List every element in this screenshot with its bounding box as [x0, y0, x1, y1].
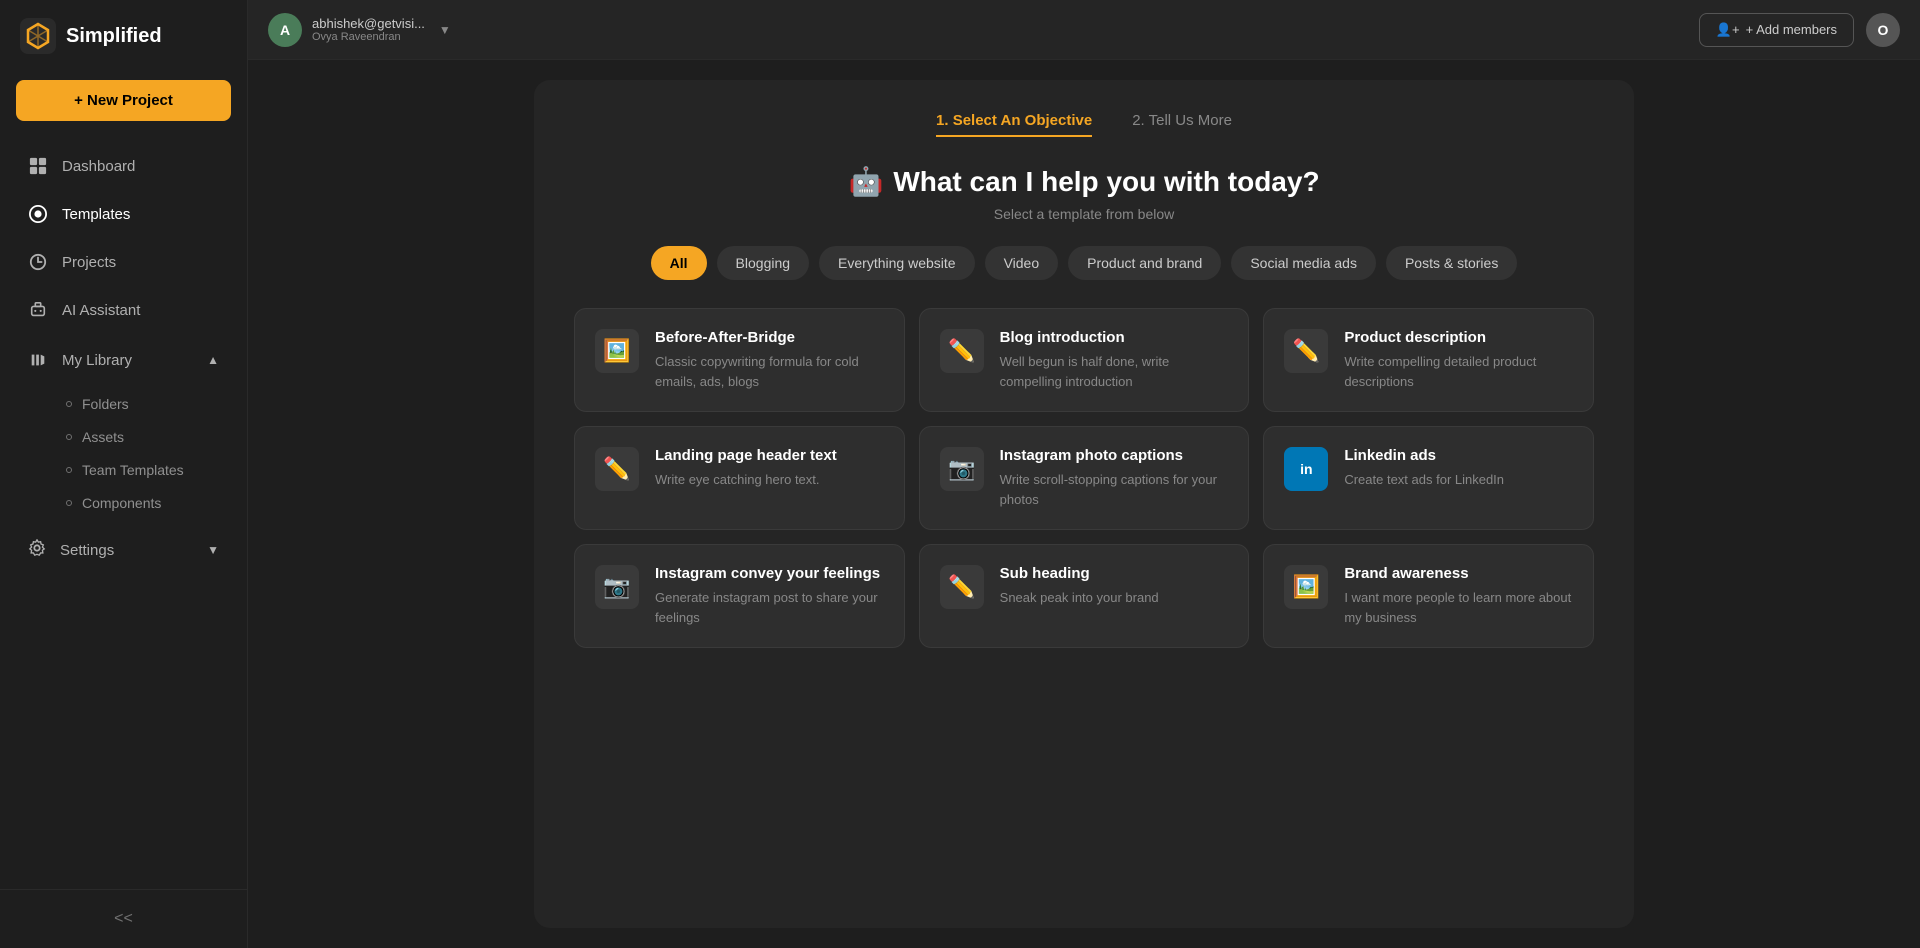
- card-content: Product description Write compelling det…: [1344, 329, 1573, 391]
- template-card-brand-awareness[interactable]: 🖼️ Brand awareness I want more people to…: [1263, 544, 1594, 648]
- card-icon-before-after-bridge: 🖼️: [595, 329, 639, 373]
- filter-pill-posts-stories[interactable]: Posts & stories: [1386, 246, 1517, 280]
- sidebar-item-label: AI Assistant: [62, 302, 140, 319]
- add-members-icon: 👤+: [1716, 22, 1740, 38]
- card-content: Linkedin ads Create text ads for LinkedI…: [1344, 447, 1573, 490]
- user-info[interactable]: A abhishek@getvisi... Ovya Raveendran ▼: [268, 13, 451, 47]
- settings-icon: [28, 539, 46, 561]
- sub-dot-icon: [66, 467, 72, 473]
- template-card-blog-introduction[interactable]: ✏️ Blog introduction Well begun is half …: [919, 308, 1250, 412]
- chevron-up-icon: ▲: [207, 353, 219, 367]
- my-library-sub-nav: Folders Assets Team Templates Components: [0, 385, 247, 524]
- card-icon-blog-introduction: ✏️: [940, 329, 984, 373]
- template-card-before-after-bridge[interactable]: 🖼️ Before-After-Bridge Classic copywriti…: [574, 308, 905, 412]
- filter-pill-social-media-ads[interactable]: Social media ads: [1231, 246, 1376, 280]
- card-icon-instagram-photo-captions: 📷: [940, 447, 984, 491]
- robot-icon: 🤖: [848, 165, 883, 198]
- template-card-instagram-convey-feelings[interactable]: 📷 Instagram convey your feelings Generat…: [574, 544, 905, 648]
- sidebar-item-my-library[interactable]: My Library ▲: [8, 337, 239, 383]
- collapse-button[interactable]: <<: [0, 900, 247, 938]
- wizard-panel: 1. Select An Objective 2. Tell Us More 🤖…: [534, 80, 1634, 928]
- user-email: abhishek@getvisi...: [312, 16, 425, 31]
- card-content: Blog introduction Well begun is half don…: [1000, 329, 1229, 391]
- ai-assistant-icon: [28, 300, 48, 320]
- wizard-subtext: Select a template from below: [994, 206, 1175, 222]
- user-name: Ovya Raveendran: [312, 31, 425, 43]
- template-grid: 🖼️ Before-After-Bridge Classic copywriti…: [574, 308, 1594, 648]
- user-avatar: A: [268, 13, 302, 47]
- sidebar-item-projects[interactable]: Projects: [8, 239, 239, 285]
- card-icon-instagram-convey-feelings: 📷: [595, 565, 639, 609]
- filter-pill-all[interactable]: All: [651, 246, 707, 280]
- filter-pill-product-and-brand[interactable]: Product and brand: [1068, 246, 1221, 280]
- main-area: A abhishek@getvisi... Ovya Raveendran ▼ …: [248, 0, 1920, 948]
- sidebar-item-label: Dashboard: [62, 158, 135, 175]
- projects-icon: [28, 252, 48, 272]
- add-members-button[interactable]: 👤+ + Add members: [1699, 13, 1854, 47]
- card-content: Brand awareness I want more people to le…: [1344, 565, 1573, 627]
- template-card-product-description[interactable]: ✏️ Product description Write compelling …: [1263, 308, 1594, 412]
- logo[interactable]: Simplified: [0, 0, 247, 72]
- card-content: Landing page header text Write eye catch…: [655, 447, 884, 490]
- sidebar-item-label: Templates: [62, 206, 130, 223]
- card-content: Before-After-Bridge Classic copywriting …: [655, 329, 884, 391]
- chevron-down-icon: ▼: [207, 543, 219, 557]
- app-name: Simplified: [66, 25, 162, 48]
- card-content: Instagram convey your feelings Generate …: [655, 565, 884, 627]
- stepper: 1. Select An Objective 2. Tell Us More: [936, 112, 1232, 137]
- sidebar-bottom: <<: [0, 889, 247, 948]
- settings-label: Settings: [60, 542, 114, 559]
- sidebar-item-label: Projects: [62, 254, 116, 271]
- sub-dot-icon: [66, 401, 72, 407]
- user-details: abhishek@getvisi... Ovya Raveendran: [312, 16, 425, 43]
- user-dropdown-arrow: ▼: [439, 23, 451, 37]
- card-icon-product-description: ✏️: [1284, 329, 1328, 373]
- card-icon-linkedin-ads: in: [1284, 447, 1328, 491]
- sidebar-item-ai-assistant[interactable]: AI Assistant: [8, 287, 239, 333]
- filter-pill-everything-website[interactable]: Everything website: [819, 246, 975, 280]
- template-card-landing-page-header[interactable]: ✏️ Landing page header text Write eye ca…: [574, 426, 905, 530]
- sidebar-item-templates[interactable]: Templates: [8, 191, 239, 237]
- content-area: 1. Select An Objective 2. Tell Us More 🤖…: [248, 60, 1920, 948]
- new-project-button[interactable]: + New Project: [16, 80, 231, 121]
- sidebar-item-team-templates[interactable]: Team Templates: [54, 454, 239, 486]
- templates-icon: [28, 204, 48, 224]
- step-1[interactable]: 1. Select An Objective: [936, 112, 1092, 137]
- sidebar: Simplified + New Project Dashboard: [0, 0, 248, 948]
- filter-pill-video[interactable]: Video: [985, 246, 1059, 280]
- card-icon-landing-page-header: ✏️: [595, 447, 639, 491]
- step-2[interactable]: 2. Tell Us More: [1132, 112, 1232, 137]
- topbar: A abhishek@getvisi... Ovya Raveendran ▼ …: [248, 0, 1920, 60]
- card-content: Instagram photo captions Write scroll-st…: [1000, 447, 1229, 509]
- user-circle-avatar[interactable]: O: [1866, 13, 1900, 47]
- wizard-heading: 🤖 What can I help you with today?: [848, 165, 1319, 198]
- my-library-icon: [28, 350, 48, 370]
- sidebar-item-settings[interactable]: Settings ▼: [8, 526, 239, 574]
- template-card-linkedin-ads[interactable]: in Linkedin ads Create text ads for Link…: [1263, 426, 1594, 530]
- sidebar-nav: Dashboard Templates Projects: [0, 137, 247, 889]
- sidebar-item-assets[interactable]: Assets: [54, 421, 239, 453]
- card-content: Sub heading Sneak peak into your brand: [1000, 565, 1229, 608]
- sidebar-item-dashboard[interactable]: Dashboard: [8, 143, 239, 189]
- card-icon-brand-awareness: 🖼️: [1284, 565, 1328, 609]
- sidebar-item-components[interactable]: Components: [54, 487, 239, 519]
- filter-pills: All Blogging Everything website Video Pr…: [651, 246, 1518, 280]
- template-card-sub-heading[interactable]: ✏️ Sub heading Sneak peak into your bran…: [919, 544, 1250, 648]
- my-library-label: My Library: [62, 352, 132, 369]
- card-icon-sub-heading: ✏️: [940, 565, 984, 609]
- filter-pill-blogging[interactable]: Blogging: [717, 246, 810, 280]
- sidebar-item-folders[interactable]: Folders: [54, 388, 239, 420]
- sub-dot-icon: [66, 500, 72, 506]
- dashboard-icon: [28, 156, 48, 176]
- sub-dot-icon: [66, 434, 72, 440]
- my-library-section: My Library ▲ Folders Assets Team Templat…: [0, 337, 247, 524]
- template-card-instagram-photo-captions[interactable]: 📷 Instagram photo captions Write scroll-…: [919, 426, 1250, 530]
